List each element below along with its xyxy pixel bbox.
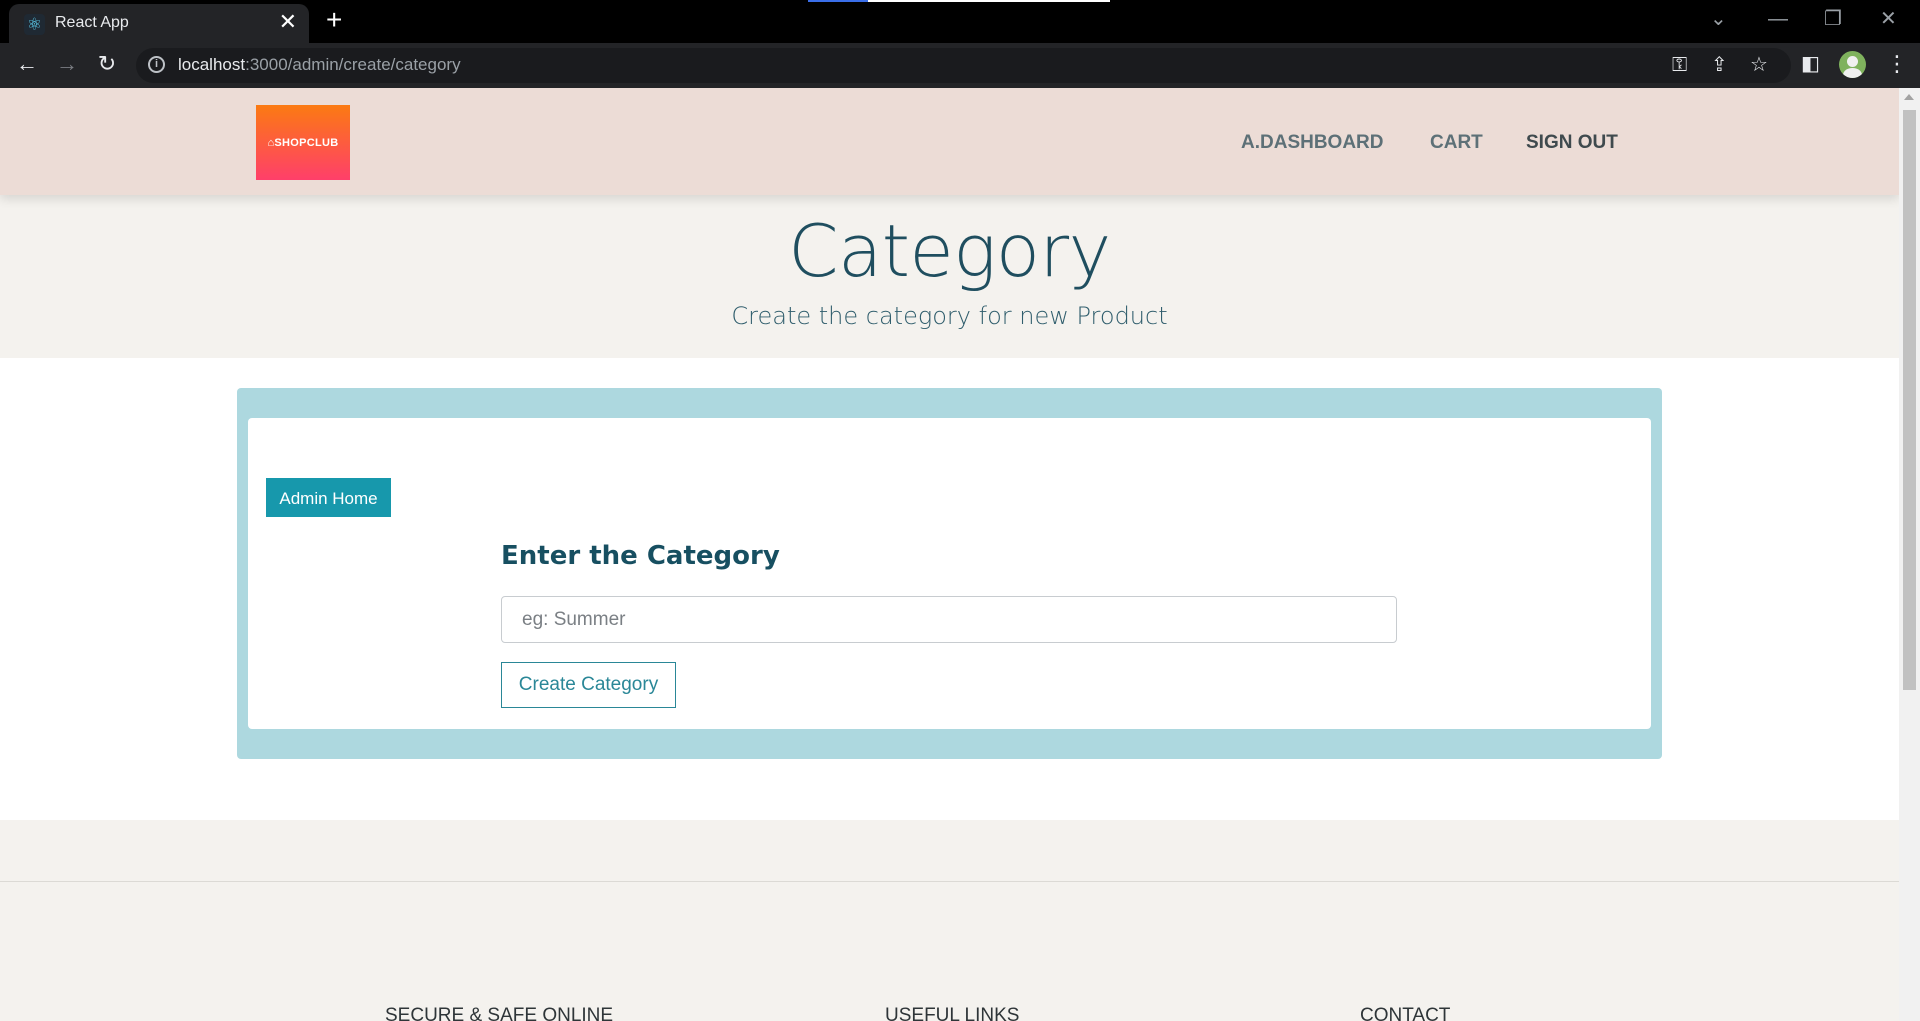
form-heading: Enter the Category xyxy=(501,541,780,571)
new-tab-icon[interactable]: + xyxy=(326,6,342,34)
tab-search-icon[interactable]: ⌄ xyxy=(1710,6,1727,32)
footer-divider xyxy=(0,881,1899,882)
page-title: Category xyxy=(788,209,1111,293)
share-icon[interactable]: ⇪ xyxy=(1711,54,1728,76)
scrollbar-thumb[interactable] xyxy=(1903,110,1916,690)
back-icon[interactable]: ← xyxy=(12,51,42,77)
url-path: :3000/admin/create/category xyxy=(245,55,461,74)
minimize-icon[interactable]: — xyxy=(1768,6,1788,32)
site-footer: SECURE & SAFE ONLINE USEFUL LINKS CONTAC… xyxy=(0,820,1899,1021)
category-input[interactable] xyxy=(501,596,1397,643)
create-category-button[interactable]: Create Category xyxy=(501,662,676,708)
page-scrollbar[interactable] xyxy=(1899,88,1920,1021)
shopclub-logo[interactable]: ⌂ SHOPCLUB xyxy=(256,105,350,180)
side-panel-icon[interactable]: ◧ xyxy=(1801,53,1820,75)
logo-text: SHOPCLUB xyxy=(274,136,339,149)
key-icon[interactable]: ⚿ xyxy=(1672,54,1687,76)
form-card-frame: Admin Home Enter the Category Create Cat… xyxy=(237,388,1662,759)
restore-icon[interactable]: ❐ xyxy=(1824,6,1842,32)
nav-cart-link[interactable]: CART xyxy=(1430,132,1483,154)
bookmark-star-icon[interactable]: ☆ xyxy=(1750,54,1768,76)
profile-avatar[interactable] xyxy=(1839,51,1866,78)
url-text[interactable]: localhost:3000/admin/create/category xyxy=(178,55,461,75)
site-header: ⌂ SHOPCLUB A.DASHBOARD CART SIGN OUT xyxy=(0,88,1899,195)
site-info-icon[interactable]: i xyxy=(148,56,165,73)
footer-heading-links: USEFUL LINKS xyxy=(885,1005,1020,1021)
reload-icon[interactable]: ↻ xyxy=(92,51,122,77)
page-viewport: ⌂ SHOPCLUB A.DASHBOARD CART SIGN OUT Cat… xyxy=(0,88,1899,1021)
footer-heading-contact: CONTACT xyxy=(1360,1005,1451,1021)
forward-icon[interactable]: → xyxy=(52,51,82,77)
browser-toolbar: ← → ↻ i localhost:3000/admin/create/cate… xyxy=(0,43,1920,88)
scroll-up-arrow-icon[interactable] xyxy=(1904,94,1914,100)
close-tab-icon[interactable]: ✕ xyxy=(279,10,297,34)
tab-title: React App xyxy=(55,14,129,31)
footer-heading-secure: SECURE & SAFE ONLINE xyxy=(385,1005,614,1021)
form-card: Admin Home Enter the Category Create Cat… xyxy=(248,418,1651,729)
page-subtitle: Create the category for new Product xyxy=(731,302,1168,330)
react-icon: ⚛ xyxy=(24,14,45,35)
browser-tab-bar: ⚛ React App ✕ + ⌄ — ❐ ✕ xyxy=(0,0,1920,43)
address-bar[interactable]: i localhost:3000/admin/create/category ⚿… xyxy=(136,48,1791,83)
nav-signout-link[interactable]: SIGN OUT xyxy=(1526,132,1618,154)
close-window-icon[interactable]: ✕ xyxy=(1880,6,1897,32)
url-host: localhost xyxy=(178,55,246,74)
admin-home-button[interactable]: Admin Home xyxy=(266,478,391,517)
nav-dashboard-link[interactable]: A.DASHBOARD xyxy=(1241,132,1384,154)
browser-menu-icon[interactable]: ⋮ xyxy=(1886,51,1908,77)
browser-tab[interactable]: ⚛ React App ✕ xyxy=(9,4,309,43)
main-content: Admin Home Enter the Category Create Cat… xyxy=(0,358,1899,820)
tab-strip-indicator-accent xyxy=(808,0,868,2)
page-hero: Category Create the category for new Pro… xyxy=(0,195,1899,358)
